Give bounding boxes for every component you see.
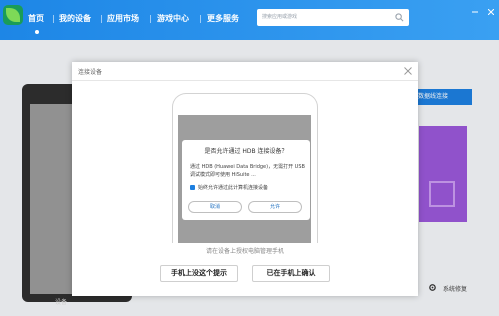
- prompt-body: 通过 HDB (Huawei Data Bridge)，无需打开 USB 调试模…: [190, 164, 305, 178]
- nav-item-more-services[interactable]: 更多服务: [207, 14, 239, 24]
- always-allow-label: 始终允许通过此计算机连接设备: [198, 185, 269, 191]
- search-box[interactable]: 搜索应用或游戏: [257, 9, 409, 26]
- active-tab-indicator: [35, 30, 39, 34]
- no-prompt-on-phone-button[interactable]: 手机上没这个提示: [160, 265, 238, 282]
- connect-device-dialog: 连接设备 是否允许通过 HDB 连接设备？ 通过 HDB (Huawei Dat…: [72, 62, 418, 296]
- nav-item-app-market[interactable]: 应用市场: [107, 14, 139, 24]
- search-input[interactable]: 搜索应用或游戏: [262, 13, 297, 20]
- logo-icon: [3, 5, 23, 25]
- dialog-title: 连接设备: [78, 69, 103, 76]
- prompt-title: 是否允许通过 HDB 连接设备？: [204, 148, 288, 155]
- nav-separator: [53, 15, 54, 23]
- nav-separator: [150, 15, 151, 23]
- nav-item-my-devices[interactable]: 我的设备: [59, 14, 91, 24]
- close-icon[interactable]: [488, 9, 494, 15]
- prompt-cancel-button: 取消: [188, 201, 242, 213]
- divider: [72, 80, 418, 81]
- search-icon[interactable]: [395, 13, 404, 22]
- nav-item-game-center[interactable]: 游戏中心: [157, 14, 189, 24]
- checkbox-icon: [190, 185, 195, 190]
- top-navigation-bar: 首页 我的设备 应用市场 游戏中心 更多服务 搜索应用或游戏: [0, 0, 499, 40]
- nav-separator: [200, 15, 201, 23]
- minimize-icon[interactable]: [472, 9, 478, 15]
- prompt-allow-button: 允许: [248, 201, 302, 213]
- authorization-hint: 请在设备上授权电脑管理手机: [205, 248, 284, 255]
- close-icon[interactable]: [404, 67, 412, 75]
- hdb-permission-prompt: 是否允许通过 HDB 连接设备？ 通过 HDB (Huawei Data Bri…: [182, 140, 310, 220]
- nav-separator: [101, 15, 102, 23]
- confirmed-on-phone-button[interactable]: 已在手机上确认: [252, 265, 330, 282]
- nav-item-home[interactable]: 首页: [28, 14, 44, 24]
